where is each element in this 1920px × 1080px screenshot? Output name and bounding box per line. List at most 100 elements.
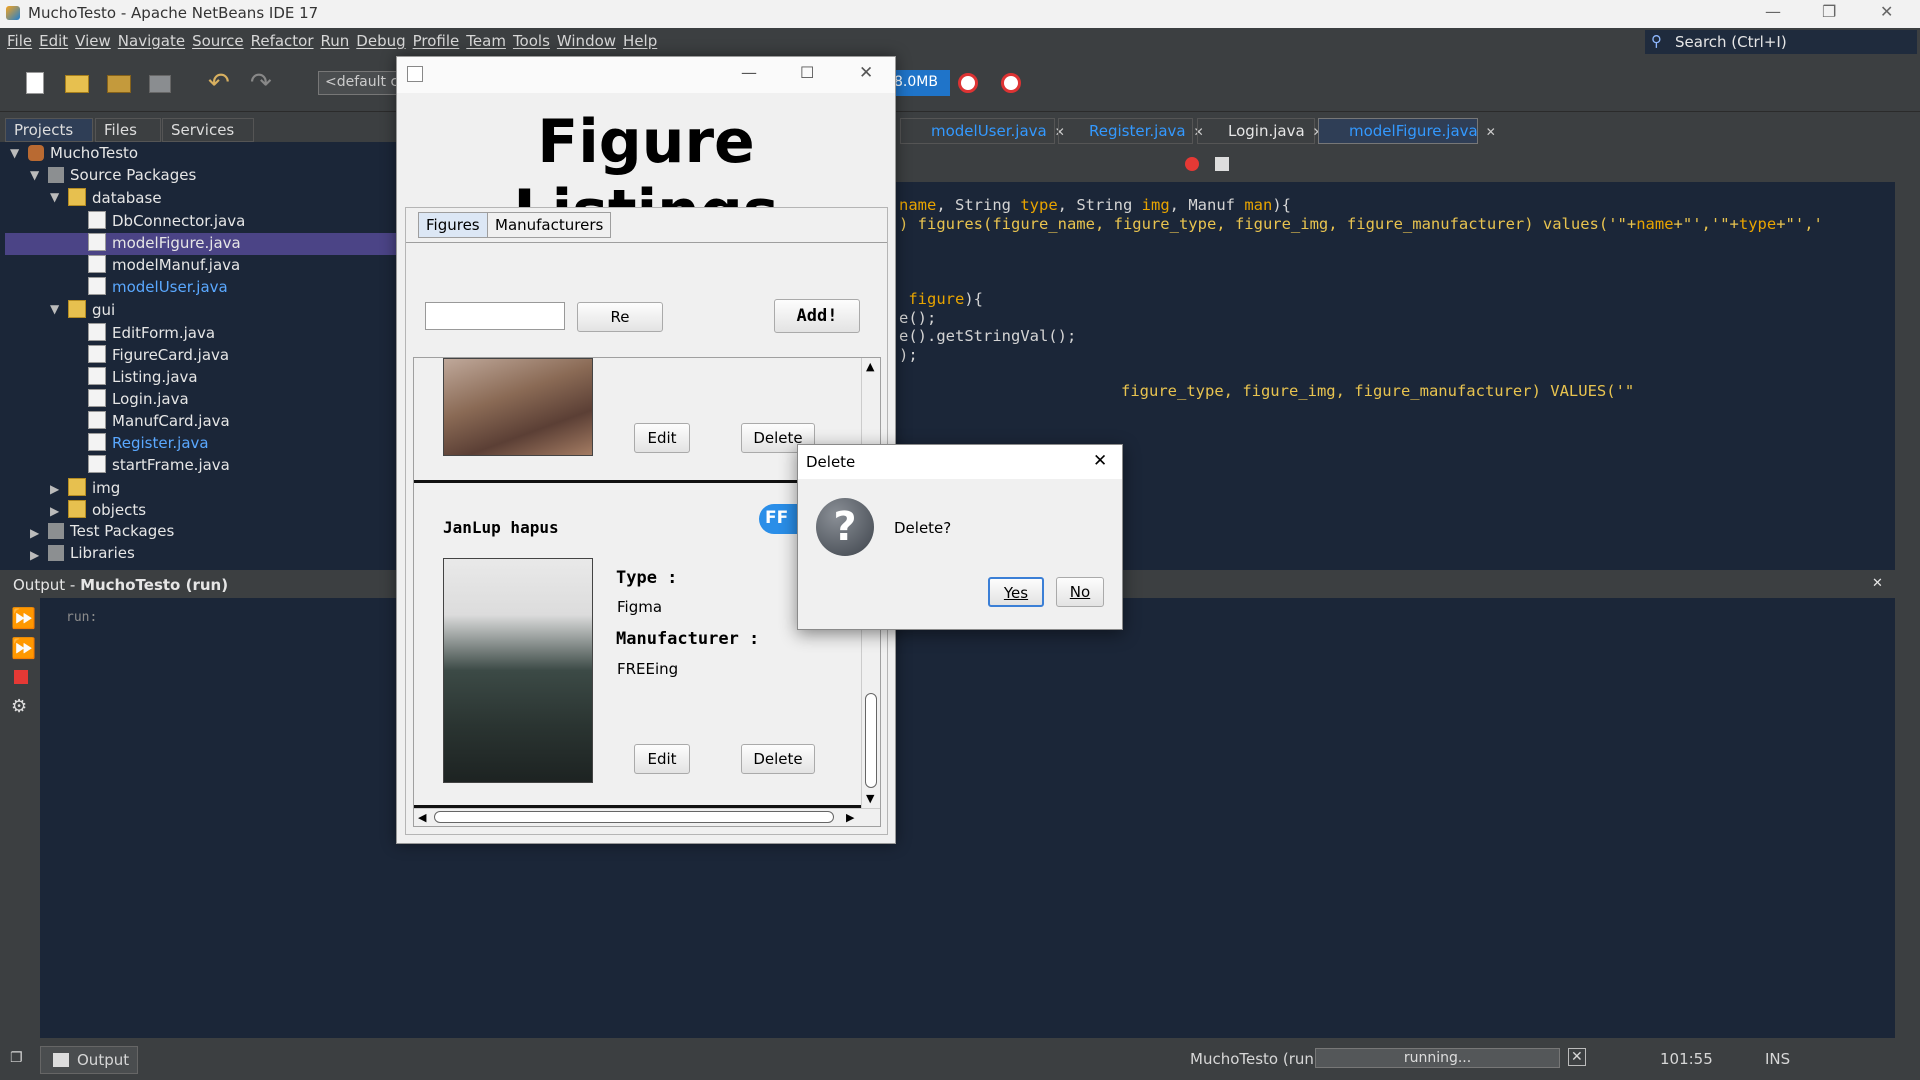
- tree-package-database[interactable]: database: [68, 188, 162, 210]
- restore-icon[interactable]: ❐: [1822, 2, 1836, 21]
- expand-icon[interactable]: ▶: [50, 504, 59, 518]
- tree-package-objects[interactable]: objects: [68, 500, 146, 522]
- minimize-icon[interactable]: —: [741, 63, 757, 82]
- dialog-close-icon[interactable]: ✕: [1093, 451, 1107, 471]
- scroll-up-icon[interactable]: ▲: [866, 360, 874, 373]
- menu-window[interactable]: Window: [557, 32, 616, 50]
- new-project-icon[interactable]: [62, 70, 90, 96]
- menu-navigate[interactable]: Navigate: [118, 32, 185, 50]
- close-icon[interactable]: ✕: [859, 63, 873, 83]
- vertical-scroll-thumb[interactable]: [865, 693, 877, 788]
- tree-file[interactable]: FigureCard.java: [88, 345, 229, 367]
- menu-refactor[interactable]: Refactor: [251, 32, 314, 50]
- breakpoint-icon[interactable]: [1185, 157, 1199, 171]
- edit-button[interactable]: Edit: [634, 744, 690, 774]
- menu-debug[interactable]: Debug: [356, 32, 405, 50]
- stop-icon[interactable]: [14, 670, 28, 684]
- collapse-icon[interactable]: ▼: [50, 190, 59, 204]
- tree-file-selected[interactable]: modelFigure.java: [88, 233, 241, 255]
- undo-icon[interactable]: ↶: [208, 70, 236, 96]
- ide-search-input[interactable]: ⚲ Search (Ctrl+I): [1645, 30, 1917, 54]
- horizontal-scrollbar[interactable]: ◀ ▶: [414, 808, 880, 826]
- editor-tab-label: Register.java: [1089, 122, 1186, 140]
- editor-tab-login[interactable]: Login.java✕: [1197, 118, 1323, 144]
- profile-icon[interactable]: [955, 70, 983, 96]
- tree-file[interactable]: DbConnector.java: [88, 211, 245, 233]
- menu-source[interactable]: Source: [192, 32, 244, 50]
- search-input[interactable]: [425, 302, 565, 330]
- tree-file[interactable]: EditForm.java: [88, 323, 215, 345]
- maximize-window-icon[interactable]: ❐: [10, 1050, 23, 1066]
- tree-package-img-label: img: [92, 479, 121, 497]
- open-project-icon[interactable]: [104, 70, 132, 96]
- tree-source-packages[interactable]: Source Packages: [48, 166, 196, 188]
- stop-macro-icon[interactable]: [1215, 157, 1229, 171]
- tree-package-img[interactable]: img: [68, 478, 120, 500]
- code-line: e().getStringVal();: [899, 327, 1076, 345]
- tree-package-gui[interactable]: gui: [68, 300, 115, 322]
- figure-window-title-bar: — ☐ ✕: [397, 57, 895, 93]
- delete-button[interactable]: Delete: [741, 744, 815, 774]
- menu-file[interactable]: File: [7, 32, 32, 50]
- output-console[interactable]: run:: [40, 598, 1895, 1038]
- rerun-with-options-icon[interactable]: ⏩: [11, 636, 36, 660]
- minimize-icon[interactable]: —: [1765, 2, 1781, 21]
- cancel-task-icon[interactable]: ✕: [1568, 1048, 1586, 1066]
- expand-icon[interactable]: ▶: [50, 482, 59, 496]
- tree-file[interactable]: Login.java: [88, 389, 189, 411]
- tree-project[interactable]: MuchoTesto: [28, 144, 138, 166]
- expand-icon[interactable]: ▶: [30, 548, 39, 562]
- rerun-icon[interactable]: ⏩: [11, 606, 36, 630]
- close-output-icon[interactable]: ✕: [1872, 576, 1883, 591]
- tab-close-icon[interactable]: ✕: [1486, 125, 1496, 139]
- tree-file[interactable]: modelUser.java: [88, 277, 228, 299]
- editor-tab-register[interactable]: Register.java ✕: [1058, 118, 1204, 144]
- tree-test-packages[interactable]: Test Packages: [48, 522, 174, 544]
- tree-file[interactable]: ManufCard.java: [88, 411, 230, 433]
- horizontal-scroll-thumb[interactable]: [434, 811, 834, 823]
- new-file-icon[interactable]: [20, 70, 48, 96]
- tree-file[interactable]: Register.java: [88, 433, 209, 455]
- add-button[interactable]: Add!: [774, 299, 860, 333]
- yes-button[interactable]: Yes: [988, 577, 1044, 607]
- scroll-down-icon[interactable]: ▼: [866, 792, 874, 805]
- output-window-button[interactable]: Output: [40, 1046, 138, 1074]
- type-value: Figma: [617, 598, 663, 616]
- tree-libraries[interactable]: Libraries: [48, 544, 135, 566]
- config-select[interactable]: <default config>: [318, 71, 398, 95]
- edit-button[interactable]: Edit: [634, 423, 690, 453]
- menu-profile[interactable]: Profile: [413, 32, 460, 50]
- tab-projects[interactable]: Projects ✕: [5, 118, 93, 156]
- tab-files[interactable]: Files: [95, 118, 161, 142]
- menu-team[interactable]: Team: [466, 32, 506, 50]
- tab-figures[interactable]: Figures: [418, 212, 488, 238]
- tab-services[interactable]: Services: [162, 118, 254, 142]
- scroll-left-icon[interactable]: ◀: [418, 811, 426, 824]
- collapse-icon[interactable]: ▼: [10, 146, 19, 160]
- menu-edit[interactable]: Edit: [39, 32, 68, 50]
- manufacturer-label: Manufacturer :: [616, 629, 760, 649]
- tree-file[interactable]: startFrame.java: [88, 455, 230, 477]
- editor-tab-modelfigure[interactable]: modelFigure.java ✕: [1318, 118, 1496, 144]
- tree-file[interactable]: modelManuf.java: [88, 255, 240, 277]
- close-icon[interactable]: ✕: [1880, 2, 1893, 21]
- redo-icon[interactable]: ↷: [250, 70, 278, 96]
- expand-icon[interactable]: ▶: [30, 526, 39, 540]
- collapse-icon[interactable]: ▼: [50, 302, 59, 316]
- editor-tab-modeluser[interactable]: modelUser.java ✕: [900, 118, 1065, 144]
- question-icon: ?: [816, 498, 874, 556]
- refresh-button[interactable]: Re: [577, 302, 663, 332]
- collapse-icon[interactable]: ▼: [30, 168, 39, 182]
- menu-run[interactable]: Run: [321, 32, 350, 50]
- save-all-icon[interactable]: [146, 70, 174, 96]
- tab-manufacturers[interactable]: Manufacturers: [487, 212, 612, 238]
- settings-icon[interactable]: ⚙: [11, 696, 27, 717]
- menu-view[interactable]: View: [75, 32, 111, 50]
- tree-file[interactable]: Listing.java: [88, 367, 198, 389]
- no-button[interactable]: No: [1056, 577, 1104, 607]
- menu-tools[interactable]: Tools: [513, 32, 550, 50]
- scroll-right-icon[interactable]: ▶: [846, 811, 854, 824]
- menu-help[interactable]: Help: [623, 32, 657, 50]
- maximize-icon[interactable]: ☐: [800, 63, 814, 82]
- profile-project-icon[interactable]: [998, 70, 1026, 96]
